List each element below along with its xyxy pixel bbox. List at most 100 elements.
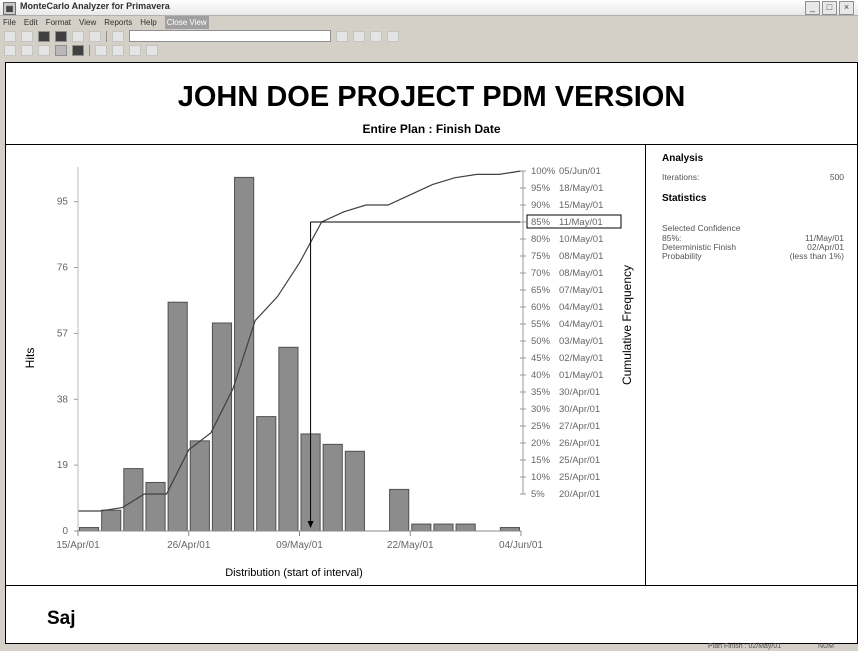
- y2-tick-pct: 85%: [531, 217, 551, 228]
- histogram-bar: [167, 301, 188, 532]
- iterations-row: Iterations: 500: [662, 172, 844, 182]
- menu-view[interactable]: View: [79, 16, 96, 29]
- y2-tick-date: 18/May/01: [559, 183, 603, 194]
- app-icon: ▦: [3, 2, 16, 15]
- undo-icon[interactable]: [112, 30, 124, 42]
- y2-tick-date: 30/Apr/01: [559, 387, 600, 398]
- y2-tick-pct: 5%: [531, 489, 545, 500]
- y2-tick-date: 15/May/01: [559, 200, 603, 211]
- x-tick-label: 26/Apr/01: [167, 540, 211, 551]
- x-tick-label: 09/May/01: [276, 540, 323, 551]
- menu-format[interactable]: Format: [46, 16, 71, 29]
- preview-icon[interactable]: [72, 30, 84, 42]
- filter-icon[interactable]: [370, 30, 382, 42]
- histogram-bar: [411, 523, 432, 532]
- histogram-bar: [79, 527, 100, 532]
- chart-icon[interactable]: [38, 44, 50, 56]
- histogram-bar: [101, 509, 122, 532]
- report-title: JOHN DOE PROJECT PDM VERSION: [177, 81, 686, 113]
- y2-tick-date: 05/Jun/01: [559, 166, 601, 177]
- view-combo[interactable]: [129, 30, 331, 42]
- y-tick-label: 57: [57, 328, 69, 339]
- y2-tick-pct: 60%: [531, 302, 551, 313]
- x-tick-label: 04/Jun/01: [499, 540, 543, 551]
- histogram-bar: [278, 346, 299, 532]
- toolbar-separator: [89, 44, 90, 56]
- y2-tick-pct: 90%: [531, 200, 551, 211]
- status-plan-finish: Plan Finish : 02/May/01: [708, 643, 782, 650]
- x-tick-label: 15/Apr/01: [56, 540, 100, 551]
- histogram-chart: 0 19 38 57 76 95 15/Apr/01 26/Apr/01 09/May/01 22…: [23, 166, 634, 579]
- selected-confidence-label: Selected Confidence: [662, 223, 741, 233]
- probability-label: Probability: [662, 251, 702, 261]
- sort-icon[interactable]: [387, 30, 399, 42]
- y2-tick-date: 25/Apr/01: [559, 472, 600, 483]
- histogram-bar: [389, 488, 410, 532]
- cut-icon[interactable]: [89, 30, 101, 42]
- x-axis-label: Distribution (start of interval): [225, 567, 363, 579]
- histogram-bar: [211, 322, 233, 532]
- open-icon[interactable]: [21, 30, 33, 42]
- histogram-bar: [344, 450, 365, 532]
- y2-tick-date: 25/Apr/01: [559, 455, 600, 466]
- menu-bar: File Edit Format View Reports Help Close…: [0, 16, 858, 29]
- menu-edit[interactable]: Edit: [24, 16, 38, 29]
- iterations-label: Iterations:: [662, 172, 700, 182]
- menu-file[interactable]: File: [3, 16, 16, 29]
- y-tick-label: 76: [57, 263, 69, 274]
- zoom-in-icon[interactable]: [336, 30, 348, 42]
- report-page: JOHN DOE PROJECT PDM VERSION Entire Plan…: [5, 62, 858, 644]
- maximize-button[interactable]: □: [822, 1, 837, 15]
- toolbar-secondary: [0, 43, 858, 57]
- y2-tick-pct: 65%: [531, 285, 551, 296]
- probability-value: (less than 1%): [789, 251, 844, 261]
- format-icon[interactable]: [129, 44, 141, 56]
- status-bar: Plan Finish : 02/May/01 NUM: [0, 643, 858, 651]
- y-axis-label: Hits: [23, 348, 37, 369]
- y-tick-label: 19: [57, 460, 69, 471]
- minimize-button[interactable]: _: [805, 1, 820, 15]
- y2-tick-date: 07/May/01: [559, 285, 603, 296]
- report-footer: Saj: [6, 585, 857, 644]
- grid-icon[interactable]: [146, 44, 158, 56]
- y-tick-label: 0: [62, 526, 68, 537]
- print-icon[interactable]: [55, 30, 67, 42]
- table-icon[interactable]: [55, 44, 67, 56]
- new-icon[interactable]: [4, 30, 16, 42]
- y-tick-label: 95: [57, 197, 69, 208]
- histogram-bar: [189, 440, 210, 532]
- y2-tick-date: 04/May/01: [559, 302, 603, 313]
- y2-tick-date: 03/May/01: [559, 336, 603, 347]
- y2-tick-pct: 70%: [531, 268, 551, 279]
- zoom-out-icon[interactable]: [353, 30, 365, 42]
- y2-tick-date: 27/Apr/01: [559, 421, 600, 432]
- histogram-bar: [322, 443, 343, 532]
- y2-tick-date: 10/May/01: [559, 234, 603, 245]
- pin-icon[interactable]: [72, 44, 84, 56]
- menu-reports[interactable]: Reports: [104, 16, 132, 29]
- toolbar-main: [0, 29, 858, 43]
- y2-tick-pct: 35%: [531, 387, 551, 398]
- chart-area: 0 19 38 57 76 95 15/Apr/01 26/Apr/01 09/May/01 22…: [6, 145, 646, 585]
- iterations-value: 500: [829, 172, 844, 182]
- histogram-bar: [256, 416, 277, 532]
- histogram-bar: [145, 481, 166, 532]
- y2-tick-date: 08/May/01: [559, 251, 603, 262]
- save-icon[interactable]: [38, 30, 50, 42]
- forward-icon[interactable]: [21, 44, 33, 56]
- y2-tick-date: 26/Apr/01: [559, 438, 600, 449]
- menu-close-view[interactable]: Close View: [164, 16, 209, 29]
- back-icon[interactable]: [4, 44, 16, 56]
- menu-help[interactable]: Help: [140, 16, 156, 29]
- close-button[interactable]: ×: [839, 1, 854, 15]
- y2-tick-pct: 45%: [531, 353, 551, 364]
- y2-tick-pct: 30%: [531, 404, 551, 415]
- probability-row: Probability (less than 1%): [662, 251, 844, 261]
- y2-tick-date: 02/May/01: [559, 353, 603, 364]
- options-icon[interactable]: [112, 44, 124, 56]
- y2-tick-date: 11/May/01: [559, 217, 603, 228]
- settings-icon[interactable]: [95, 44, 107, 56]
- y2-tick-pct: 95%: [531, 183, 551, 194]
- histogram-bar: [455, 523, 476, 532]
- y2-tick-pct: 40%: [531, 370, 551, 381]
